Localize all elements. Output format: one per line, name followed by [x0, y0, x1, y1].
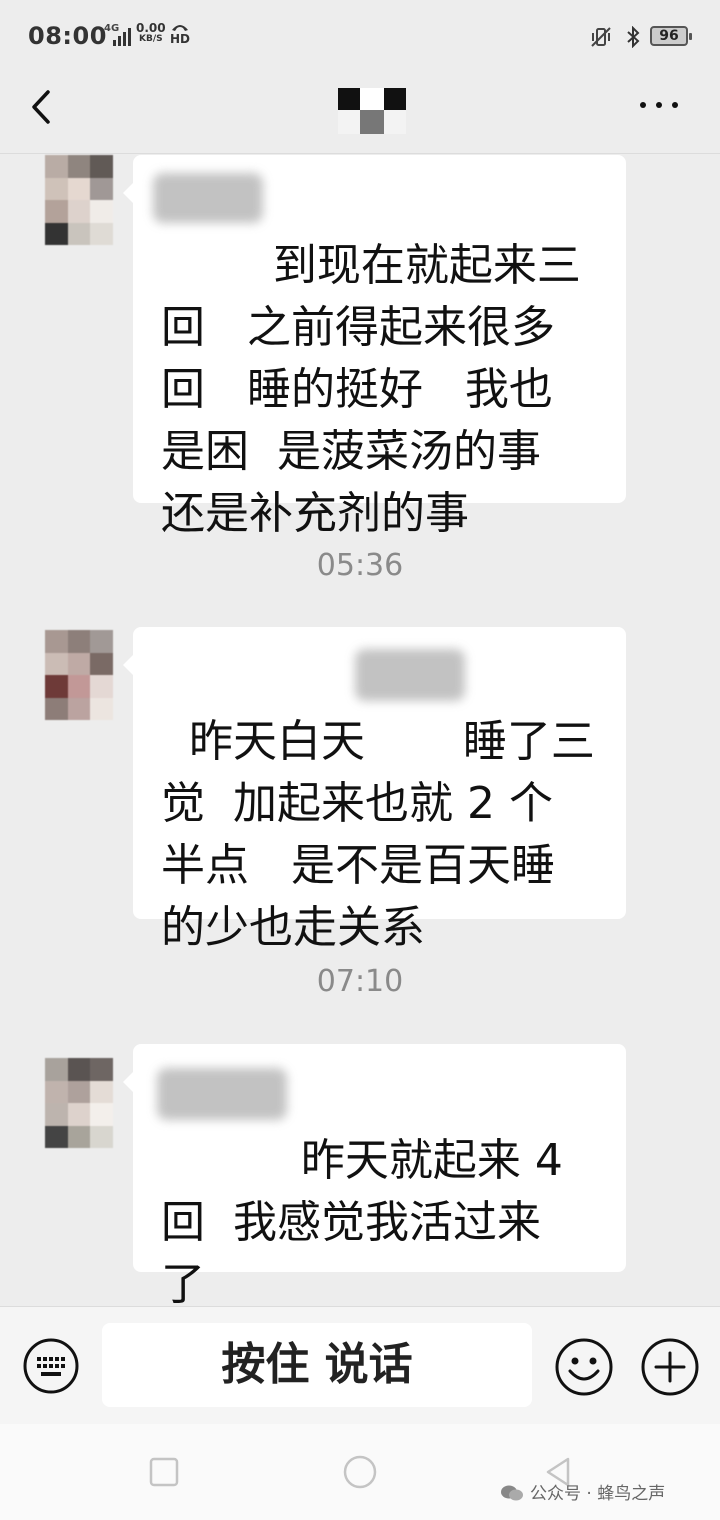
chat-header: [0, 72, 720, 154]
message-bubble[interactable]: 昨天就起来 4 回 我感觉我活过来 了: [123, 1044, 626, 1310]
net-speed-value: 0.00: [136, 21, 166, 35]
net-speed-unit: KB/S: [139, 34, 163, 44]
circle-icon[interactable]: [342, 1454, 378, 1490]
status-time: 08:00: [28, 22, 107, 50]
square-icon[interactable]: [146, 1454, 182, 1490]
redaction-blur: [153, 173, 263, 223]
message-bubble[interactable]: 到现在就起来三 回 之前得起来很多 回 睡的挺好 我也 是困 是菠菜汤的事 还是…: [123, 155, 626, 539]
system-navigation-bar: 公众号 · 蜂鸟之声: [0, 1424, 720, 1520]
message-text: 到现在就起来三 回 之前得起来很多 回 睡的挺好 我也 是困 是菠菜汤的事 还是…: [161, 240, 581, 539]
bluetooth-icon: [627, 26, 640, 48]
signal-icon: [113, 28, 131, 46]
contact-name-mosaic[interactable]: [338, 88, 406, 134]
watermark-text: 公众号 · 蜂鸟之声: [530, 1484, 666, 1504]
avatar[interactable]: [45, 155, 113, 245]
watermark: 公众号 · 蜂鸟之声: [500, 1479, 665, 1504]
emoji-icon[interactable]: [554, 1337, 614, 1397]
call-icon: [172, 25, 188, 31]
redaction-blur: [355, 649, 465, 701]
avatar[interactable]: [45, 1058, 113, 1148]
timestamp: 05:36: [316, 548, 404, 583]
vibrate-icon: [591, 27, 611, 47]
hold-to-talk-button[interactable]: 按住 说话: [102, 1323, 532, 1407]
status-bar: 08:00 4G 0.00 KB/S HD 96: [0, 0, 720, 72]
timestamp: 07:10: [316, 964, 404, 999]
message-text: 昨天白天 睡了三 觉 加起来也就 2 个 半点 是不是百天睡 的少也走关系: [161, 716, 595, 953]
more-icon[interactable]: [636, 90, 684, 120]
input-bar: 按住 说话: [0, 1306, 720, 1424]
net-speed: 0.00 KB/S: [136, 22, 166, 44]
wechat-icon: [501, 1485, 523, 1501]
redaction-blur: [157, 1068, 287, 1120]
plus-icon[interactable]: [640, 1337, 700, 1397]
avatar[interactable]: [45, 630, 113, 720]
hd-label: HD: [170, 32, 191, 46]
battery-indicator: 96: [650, 26, 692, 46]
keyboard-icon[interactable]: [22, 1337, 80, 1395]
message-bubble[interactable]: 昨天白天 睡了三 觉 加起来也就 2 个 半点 是不是百天睡 的少也走关系: [123, 627, 626, 953]
back-arrow-icon[interactable]: [22, 82, 66, 132]
message-text: 昨天就起来 4 回 我感觉我活过来 了: [161, 1135, 563, 1310]
